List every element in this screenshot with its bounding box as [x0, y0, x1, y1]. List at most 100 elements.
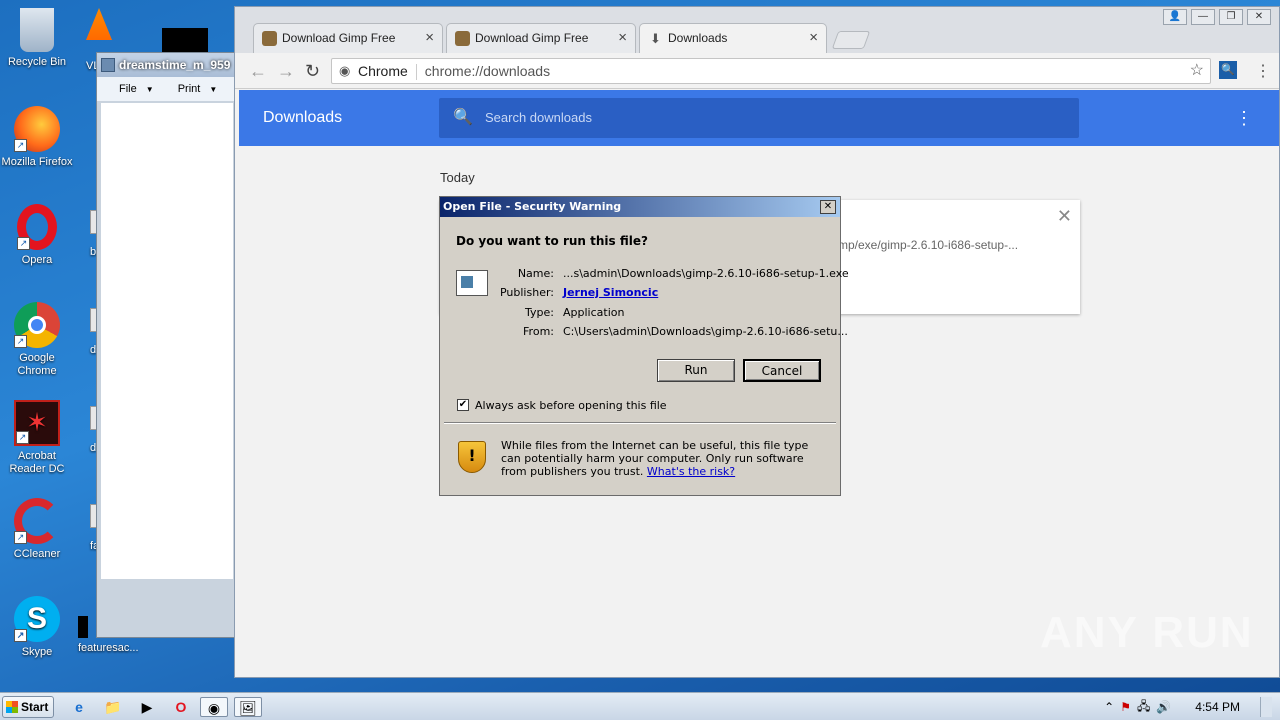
- window-controls: 👤 — ❐ ✕: [1163, 9, 1271, 25]
- omnibox-divider: [415, 64, 417, 81]
- desktop-icon-label: Google Chrome: [17, 352, 57, 377]
- dialog-question: Do you want to run this file?: [456, 234, 648, 248]
- black-thumbnail: [162, 28, 208, 52]
- maximize-button[interactable]: ❐: [1219, 9, 1243, 25]
- volume-icon[interactable]: 🔊: [1156, 700, 1171, 714]
- tab-close-icon[interactable]: ×: [809, 24, 818, 52]
- run-button[interactable]: Run: [657, 359, 735, 382]
- viewer-title-bar[interactable]: dreamstime_m_959: [97, 53, 235, 77]
- chrome-menu-icon[interactable]: ⋮: [1255, 61, 1271, 81]
- desktop-icon-acrobat[interactable]: ✶ ↗ Acrobat Reader DC: [0, 400, 74, 476]
- desktop-icon-opera[interactable]: ↗ Opera: [0, 204, 74, 267]
- tab-close-icon[interactable]: ×: [425, 24, 434, 52]
- dialog-close-button[interactable]: ✕: [820, 200, 836, 214]
- viewer-menu-print[interactable]: Print ▼: [178, 83, 218, 95]
- omnibox[interactable]: ◉ Chrome chrome://downloads ☆: [331, 58, 1211, 84]
- show-hidden-icons-icon[interactable]: ⌃: [1104, 700, 1114, 714]
- shortcut-arrow-icon: ↗: [14, 335, 27, 348]
- from-value: C:\Users\admin\Downloads\gimp-2.6.10-i68…: [563, 325, 848, 338]
- minimize-button[interactable]: —: [1191, 9, 1215, 25]
- security-warning-dialog: Open File - Security Warning ✕ Do you wa…: [439, 196, 849, 496]
- dropdown-arrow-icon: ▼: [209, 85, 218, 94]
- viewer-menu-file[interactable]: File ▼: [119, 83, 154, 95]
- search-icon: 🔍: [453, 109, 473, 126]
- tab-close-icon[interactable]: ×: [618, 24, 627, 52]
- file-icon: [78, 616, 88, 638]
- downloads-header: Downloads 🔍 Search downloads ⋮: [239, 90, 1279, 146]
- start-button[interactable]: Start: [2, 696, 54, 718]
- tab-gimp-1[interactable]: Download Gimp Free ×: [253, 23, 443, 53]
- desktop-icon-label: featuresac...: [78, 642, 139, 654]
- date-section-label: Today: [440, 170, 475, 185]
- skype-icon: S ↗: [14, 596, 60, 642]
- desktop-icon-ccleaner[interactable]: ↗ CCleaner: [0, 498, 74, 561]
- acrobat-icon: ✶ ↗: [14, 400, 60, 446]
- downloads-page-title: Downloads: [263, 109, 343, 126]
- download-icon: ⬇: [650, 31, 661, 46]
- internet-explorer-icon[interactable]: e: [68, 697, 90, 717]
- type-label: Type:: [525, 306, 554, 319]
- bookmark-star-icon[interactable]: ☆: [1190, 59, 1204, 83]
- media-player-icon[interactable]: ▶: [136, 697, 158, 717]
- desktop-icon-label: Opera: [21, 254, 53, 266]
- warning-shield-icon: !: [458, 441, 486, 473]
- always-ask-checkbox[interactable]: ✔: [457, 399, 469, 411]
- dialog-divider: [444, 422, 836, 424]
- warning-message: While files from the Internet can be use…: [501, 439, 831, 478]
- shortcut-arrow-icon: ↗: [14, 629, 27, 642]
- forward-button[interactable]: →: [277, 61, 295, 82]
- firefox-icon: ↗: [14, 106, 60, 152]
- desktop-icon-recycle-bin[interactable]: Recycle Bin: [0, 8, 74, 69]
- opera-taskbar-icon[interactable]: O: [170, 697, 192, 717]
- recycle-bin-icon: [20, 8, 54, 52]
- desktop-icon-firefox[interactable]: ↗ Mozilla Firefox: [0, 106, 74, 169]
- vlc-icon: [86, 8, 112, 40]
- viewer-canvas: [101, 103, 233, 579]
- system-tray: ⌃ ⚑ 🖧 🔊 4:54 PM: [1104, 693, 1280, 720]
- reload-button[interactable]: ↻: [305, 61, 320, 82]
- shortcut-arrow-icon: ↗: [17, 237, 30, 250]
- desktop-icon-skype[interactable]: S ↗ Skype: [0, 596, 74, 659]
- clock[interactable]: 4:54 PM: [1195, 700, 1240, 714]
- ccleaner-icon: ↗: [14, 498, 60, 544]
- action-center-icon[interactable]: ⚑: [1120, 700, 1131, 714]
- publisher-label: Publisher:: [499, 286, 554, 299]
- shortcut-arrow-icon: ↗: [14, 139, 27, 152]
- gimp-favicon-icon: [262, 31, 277, 46]
- from-label: From:: [523, 325, 554, 338]
- whats-the-risk-link[interactable]: What's the risk?: [647, 465, 735, 478]
- new-tab-button[interactable]: [831, 31, 871, 49]
- cancel-button[interactable]: Cancel: [743, 359, 821, 382]
- omnibox-url: chrome://downloads: [424, 63, 551, 79]
- back-button[interactable]: ←: [249, 61, 267, 82]
- shortcut-arrow-icon: ↗: [16, 431, 29, 444]
- network-icon[interactable]: 🖧: [1137, 697, 1150, 718]
- tab-gimp-2[interactable]: Download Gimp Free ×: [446, 23, 636, 53]
- image-viewer-window: dreamstime_m_959 File ▼ Print ▼: [96, 52, 236, 638]
- file-explorer-icon[interactable]: 📁: [102, 697, 124, 717]
- download-item-path[interactable]: mp/exe/gimp-2.6.10-i686-setup-...: [838, 238, 1018, 252]
- downloads-search-input[interactable]: 🔍 Search downloads: [439, 98, 1079, 138]
- omnibox-chip: Chrome: [358, 63, 408, 79]
- show-desktop-button[interactable]: [1260, 697, 1272, 717]
- desktop-icon-chrome[interactable]: ↗ Google Chrome: [0, 302, 74, 378]
- more-options-icon[interactable]: ⋮: [1235, 90, 1253, 146]
- close-window-button[interactable]: ✕: [1247, 9, 1271, 25]
- publisher-link[interactable]: Jernej Simoncic: [563, 286, 658, 299]
- menu-label: File: [119, 83, 137, 95]
- type-value: Application: [563, 306, 625, 319]
- image-viewer-taskbar-icon[interactable]: 🖼: [234, 697, 262, 717]
- chrome-taskbar-icon[interactable]: ◉: [200, 697, 228, 717]
- desktop-icon-label: Mozilla Firefox: [1, 156, 73, 168]
- opera-icon: ↗: [17, 204, 57, 250]
- tab-downloads[interactable]: ⬇ Downloads ×: [639, 23, 827, 53]
- dialog-title-bar[interactable]: Open File - Security Warning ✕: [440, 197, 840, 217]
- remove-download-icon[interactable]: ✕: [1057, 206, 1072, 227]
- dialog-title: Open File - Security Warning: [443, 200, 622, 213]
- profile-icon[interactable]: 👤: [1163, 9, 1187, 25]
- extension-search-icon[interactable]: 🔍: [1219, 61, 1237, 79]
- desktop-icon-label: Acrobat Reader DC: [9, 450, 65, 475]
- dropdown-arrow-icon: ▼: [145, 85, 154, 94]
- tab-title: Downloads: [668, 31, 728, 45]
- anyrun-watermark: ANY RUN: [1040, 608, 1254, 657]
